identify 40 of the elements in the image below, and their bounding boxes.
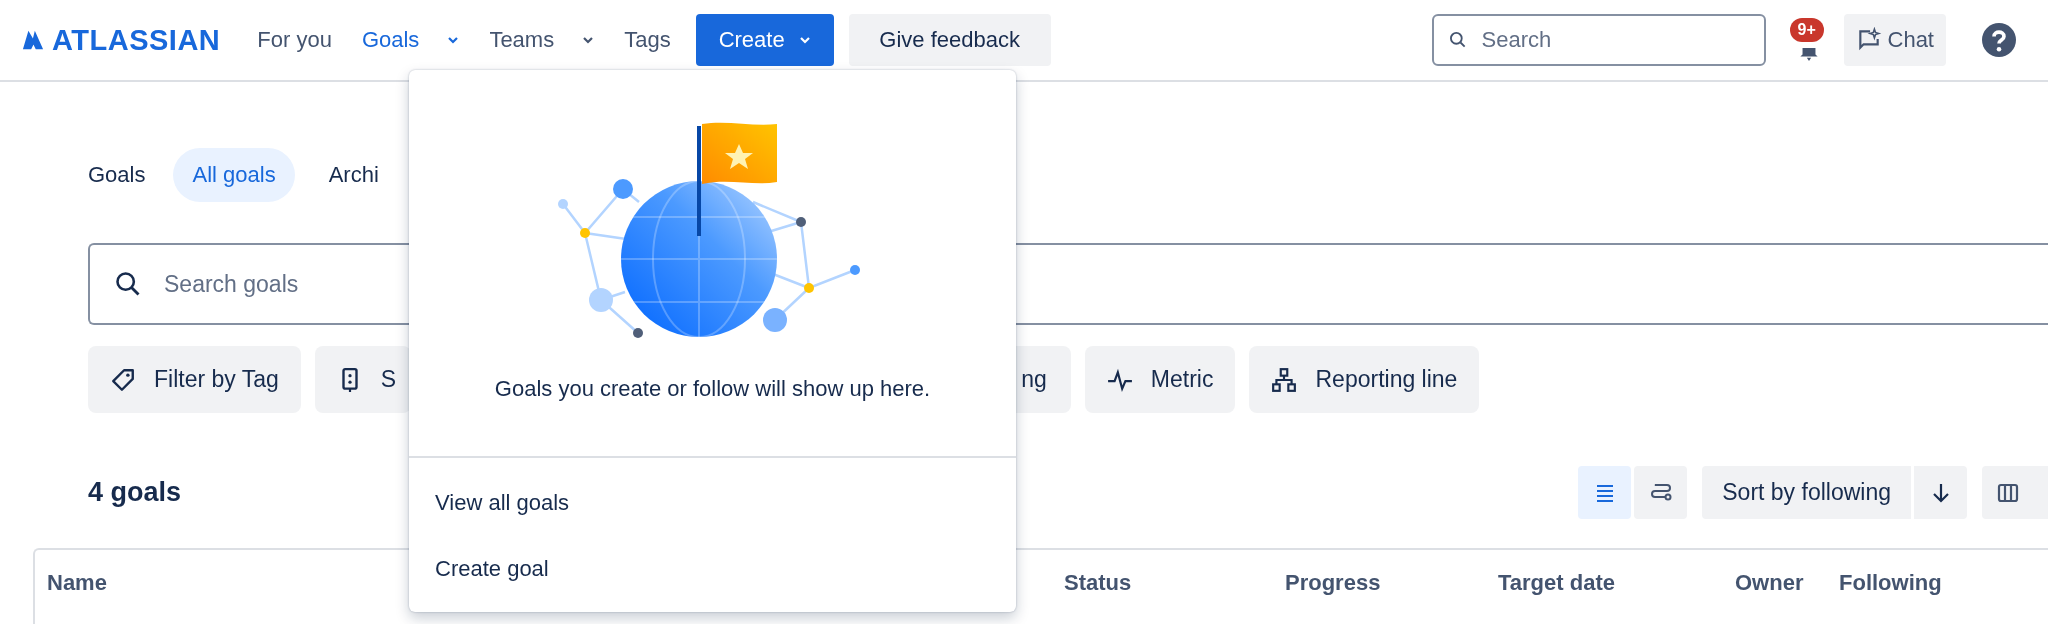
list-view-button[interactable] [1578,466,1632,519]
filter-button[interactable]: Reporting line [1249,346,1480,413]
tab[interactable]: Goals [88,148,174,202]
filter-button[interactable]: S [314,346,411,413]
tab[interactable]: Archi [309,148,398,202]
help-icon[interactable] [1982,23,2016,57]
nav-item[interactable]: Teams [474,19,610,61]
sort-button[interactable]: Sort by following [1702,466,1911,519]
search-input[interactable]: Search [1479,26,1750,54]
logo-icon[interactable] [22,28,44,52]
column-header[interactable]: Progress [1285,570,1498,596]
logo-text[interactable]: ATLASSIAN [52,23,221,57]
search-icon [1447,30,1468,50]
column-header[interactable]: Owner [1735,570,1839,596]
column-header[interactable]: Status [1064,570,1285,596]
nav-item[interactable]: For you [242,19,347,61]
empty-message: Goals you create or follow will show up here. [494,376,931,402]
search-field[interactable]: Search [1431,14,1766,66]
hierarchy-icon [1271,366,1298,393]
tag-icon [110,366,136,393]
chevron-icon [798,34,811,46]
timeline-view-button[interactable] [1634,466,1688,519]
filter-button[interactable]: Metric [1084,346,1236,413]
feedback-button[interactable]: Give feedback [848,14,1051,66]
menu-item[interactable]: View all goals [409,470,1016,536]
menu-item[interactable]: Create goal [409,536,1016,602]
column-header[interactable]: Target date [1498,570,1735,596]
nav-item[interactable]: Goals [346,19,475,61]
tab[interactable]: All goals [173,148,295,202]
goal-count: 4 goals [88,477,182,508]
chat-button[interactable]: Chat [1843,14,1946,66]
column-header[interactable]: Following [1839,570,2039,596]
search-icon [114,270,142,298]
search-input[interactable]: Search goals [162,269,2024,299]
nav-item[interactable]: Tags [609,19,686,61]
notification-badge: 9+ [1789,18,1824,42]
sort-direction-button[interactable] [1914,466,1967,519]
filter-button[interactable]: Filter by Tag [88,346,301,413]
columns-button[interactable] [1982,466,2048,519]
create-button[interactable]: Create [695,14,834,66]
